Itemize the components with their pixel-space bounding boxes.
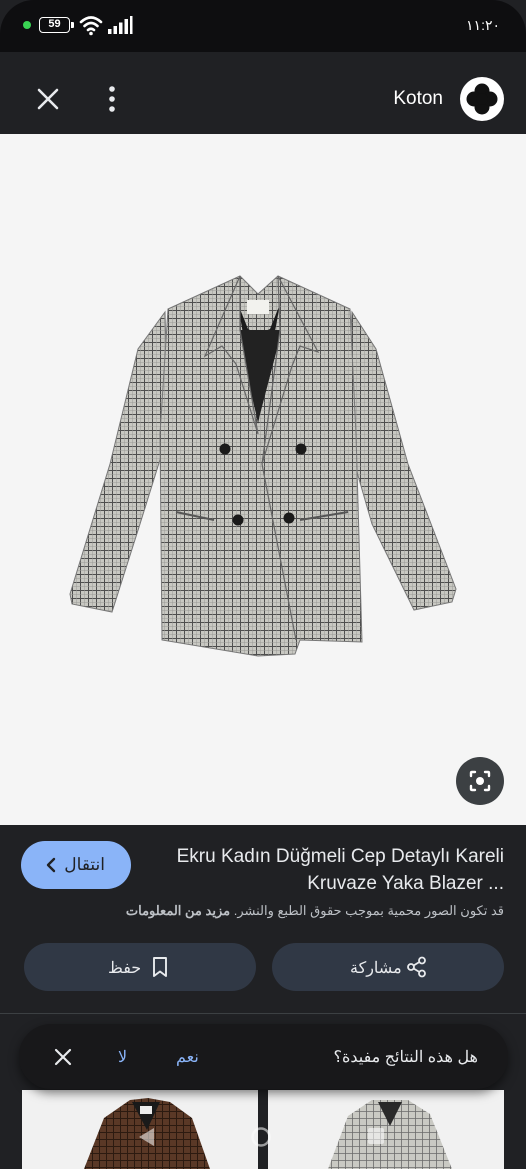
top-bar: Koton (0, 64, 526, 134)
visit-label: انتقال (64, 855, 105, 874)
feedback-no-button[interactable]: لا (118, 1047, 127, 1067)
close-icon[interactable] (32, 83, 64, 115)
chevron-left-icon (46, 857, 56, 873)
feedback-question: هل هذه النتائج مفيدة؟ (333, 1049, 478, 1066)
close-icon[interactable] (53, 1047, 73, 1067)
feedback-yes-button[interactable]: نعم (176, 1047, 199, 1067)
status-time: ١١:٢٠ (466, 17, 500, 33)
copyright-notice: قد تكون الصور محمية بموجب حقوق الطبع وال… (24, 903, 504, 919)
more-info-link[interactable]: مزيد من المعلومات (126, 903, 230, 918)
lens-search-icon[interactable] (456, 757, 504, 805)
result-thumbnail-gray[interactable] (268, 1090, 504, 1169)
save-button[interactable]: حفظ (24, 943, 256, 991)
bookmark-icon (153, 957, 167, 977)
screen: 59 ١١:٢٠ Koton انتقال Ekru Kadın Düğmeli… (0, 0, 526, 1169)
share-label: مشاركة (350, 960, 402, 977)
share-button[interactable]: مشاركة (272, 943, 504, 991)
result-thumbnail-brown[interactable] (22, 1090, 258, 1169)
feedback-prompt: هل هذه النتائج مفيدة؟ نعم لا (19, 1024, 508, 1089)
copyright-text: قد تكون الصور محمية بموجب حقوق الطبع وال… (233, 903, 504, 918)
notification-dot-icon (23, 21, 31, 29)
more-vert-icon[interactable] (100, 83, 124, 115)
jacket-photo (69, 275, 457, 657)
product-image[interactable] (0, 134, 526, 825)
save-label: حفظ (108, 960, 142, 977)
status-bar: 59 ١١:٢٠ (0, 0, 526, 52)
koton-flower-logo[interactable] (460, 77, 504, 121)
brand-name[interactable]: Koton (393, 88, 443, 110)
share-icon (407, 956, 426, 978)
signal-icon (108, 16, 133, 34)
result-title[interactable]: Ekru Kadın Düğmeli Cep Detaylı Kareli Kr… (174, 843, 504, 897)
divider (0, 1013, 526, 1014)
battery-icon: 59 (39, 17, 74, 33)
visit-button[interactable]: انتقال (21, 841, 131, 889)
wifi-icon (79, 16, 103, 36)
result-panel: انتقال Ekru Kadın Düğmeli Cep Detaylı Ka… (0, 825, 526, 1015)
